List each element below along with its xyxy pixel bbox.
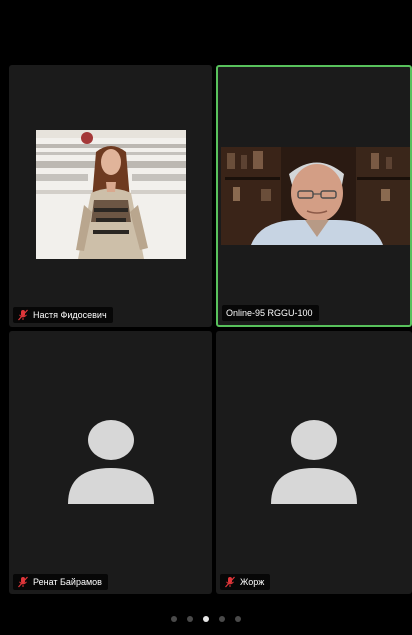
participant-tile[interactable]: Настя Фидосевич — [9, 65, 212, 327]
participant-name-tag: Настя Фидосевич — [13, 307, 113, 323]
page-indicator — [0, 616, 412, 622]
participant-tile[interactable]: Ренат Байрамов — [9, 331, 212, 594]
participant-video — [221, 147, 410, 245]
participant-name: Ренат Байрамов — [33, 577, 102, 587]
mic-muted-icon — [18, 576, 28, 588]
participant-name-tag: Жорж — [220, 574, 271, 590]
page-dot-current[interactable] — [203, 616, 209, 622]
participant-video — [36, 130, 186, 259]
video-frame-woman — [36, 130, 186, 259]
participant-tile[interactable]: Жорж — [216, 331, 412, 594]
participant-name: Online-95 RGGU-100 — [226, 308, 313, 318]
mic-muted-icon — [225, 576, 235, 588]
default-avatar-icon — [67, 419, 154, 504]
page-dot[interactable] — [171, 616, 177, 622]
page-dot[interactable] — [219, 616, 225, 622]
default-avatar-icon — [271, 419, 357, 504]
participant-name-tag: Online-95 RGGU-100 — [222, 305, 319, 321]
video-frame-man — [221, 147, 410, 245]
page-dot[interactable] — [187, 616, 193, 622]
page-dot[interactable] — [235, 616, 241, 622]
participant-name-tag: Ренат Байрамов — [13, 574, 108, 590]
participant-name: Настя Фидосевич — [33, 310, 107, 320]
meeting-gallery-view: Настя Фидосевич Online-95 RGGU-100 Ренат… — [0, 0, 412, 635]
participant-name: Жорж — [240, 577, 265, 587]
participant-tile-active-speaker[interactable]: Online-95 RGGU-100 — [216, 65, 412, 327]
mic-muted-icon — [18, 309, 28, 321]
